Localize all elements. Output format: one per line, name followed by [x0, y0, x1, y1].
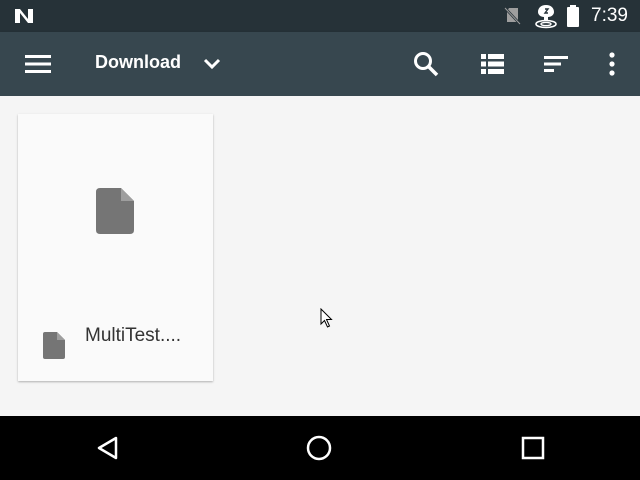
file-type-icon: [43, 332, 65, 359]
file-icon: [96, 188, 134, 234]
file-name: MultiTest....: [85, 325, 182, 346]
home-icon[interactable]: [305, 434, 333, 462]
battery-icon: [567, 5, 579, 27]
toolbar: Download: [0, 32, 640, 96]
screen: 7:39 Download MultiTest....: [0, 0, 640, 480]
chevron-down-icon[interactable]: [198, 50, 226, 78]
menu-icon[interactable]: [22, 48, 54, 80]
no-sim-icon: [504, 7, 521, 25]
search-icon[interactable]: [410, 48, 442, 80]
file-grid: MultiTest....: [0, 96, 640, 416]
back-icon[interactable]: [94, 434, 122, 462]
status-clock: 7:39: [591, 5, 628, 26]
list-view-icon[interactable]: [476, 48, 508, 80]
mouse-cursor-icon: [320, 308, 333, 328]
hotspot-icon: [535, 5, 557, 29]
android-n-logo-icon: [15, 9, 33, 23]
status-bar: 7:39: [0, 0, 640, 32]
folder-title[interactable]: Download: [95, 52, 181, 73]
recents-icon[interactable]: [519, 434, 547, 462]
sort-icon[interactable]: [540, 48, 572, 80]
more-vert-icon[interactable]: [596, 48, 628, 80]
file-card[interactable]: MultiTest....: [18, 114, 213, 381]
navigation-bar: [0, 416, 640, 480]
